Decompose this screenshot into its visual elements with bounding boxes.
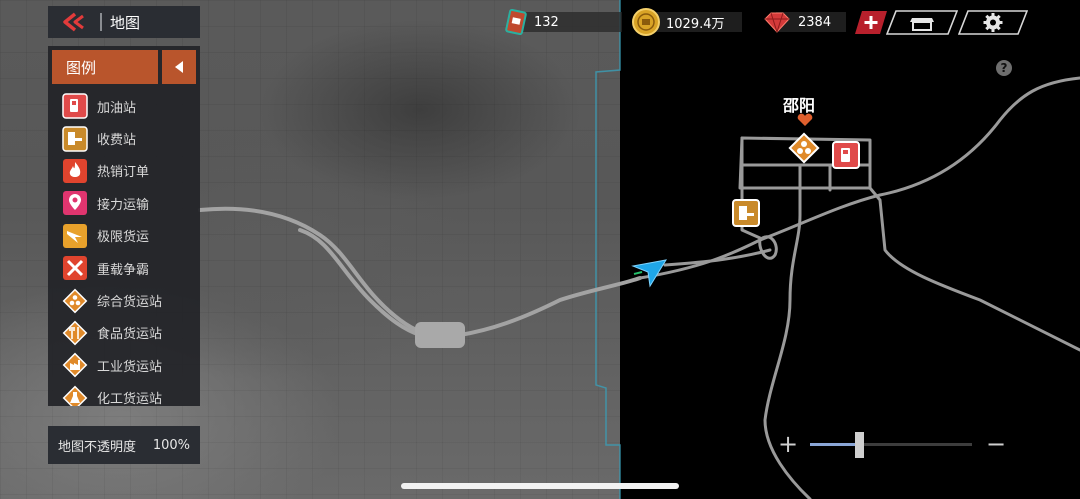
zoom-slider-fill — [810, 443, 859, 446]
heavy-battle-icon — [63, 256, 87, 281]
title-bar: 地图 — [48, 6, 200, 38]
gem-icon — [764, 12, 790, 33]
legend-item-fuel[interactable]: 加油站 — [48, 90, 200, 122]
card-icon — [505, 8, 527, 36]
coins-resource[interactable]: 1029.4万 — [632, 8, 744, 36]
shop-button[interactable] — [886, 10, 958, 35]
map-opacity-control[interactable]: 地图不透明度 100% — [48, 426, 200, 464]
opacity-label: 地图不透明度 — [58, 439, 137, 455]
legend-item-hot-orders[interactable]: 热销订单 — [48, 155, 200, 187]
chevron-left-icon — [175, 61, 183, 73]
legend-item-toll[interactable]: 收费站 — [48, 122, 200, 154]
cards-count: 132 — [534, 14, 559, 30]
zoom-slider-thumb[interactable] — [854, 432, 864, 458]
industry-depot-icon — [62, 352, 88, 378]
help-icon[interactable]: ? — [996, 60, 1012, 76]
legend-item-food-depot[interactable]: 食品货运站 — [48, 317, 200, 349]
cards-resource[interactable]: 132 — [504, 8, 622, 36]
coin-icon — [632, 8, 660, 36]
zoom-slider[interactable] — [810, 432, 972, 458]
legend-item-general-depot[interactable]: 综合货运站 — [48, 284, 200, 316]
general-depot-icon — [62, 288, 88, 313]
legend-item-relay[interactable]: 接力运输 — [48, 187, 200, 219]
gems-resource[interactable]: 2384 — [762, 8, 850, 36]
toll-station-icon[interactable] — [732, 199, 760, 227]
fuel-station-icon[interactable] — [832, 141, 860, 169]
food-depot-icon — [62, 320, 88, 346]
zoom-in-button[interactable]: + — [778, 430, 798, 458]
add-gems-button[interactable] — [854, 10, 888, 35]
back-button[interactable] — [48, 6, 100, 38]
back-arrow-icon — [63, 12, 84, 32]
general-depot-icon[interactable] — [788, 132, 820, 164]
legend-title: 图例 — [52, 50, 158, 84]
interchange — [415, 322, 465, 348]
toll-icon — [62, 125, 88, 152]
settings-button[interactable] — [958, 10, 1028, 35]
relay-pin-icon — [63, 191, 87, 216]
home-indicator[interactable] — [401, 483, 679, 489]
shop-icon — [886, 10, 958, 35]
chemical-depot-icon — [62, 385, 88, 406]
legend-item-heavy[interactable]: 重载争霸 — [48, 252, 200, 284]
fire-icon — [63, 158, 87, 183]
legend-panel[interactable]: 图例 加油站 收费站 热销订单 接力运输 极限货运 重载争霸 综合货运站 食品货… — [48, 46, 200, 406]
gear-icon — [958, 10, 1028, 35]
city-heart-icon — [797, 113, 813, 126]
zoom-out-button[interactable]: − — [986, 430, 1006, 458]
legend-item-industry-depot[interactable]: 工业货运站 — [48, 349, 200, 381]
coins-count: 1029.4万 — [666, 16, 725, 32]
legend-collapse-button[interactable] — [162, 50, 196, 84]
opacity-value: 100% — [152, 437, 190, 453]
fuel-icon — [62, 93, 88, 119]
legend-item-chemical-depot[interactable]: 化工货运站 — [48, 382, 200, 406]
legend-item-extreme[interactable]: 极限货运 — [48, 220, 200, 252]
gems-count: 2384 — [798, 14, 832, 30]
page-title: 地图 — [110, 13, 141, 32]
plus-icon — [855, 11, 887, 34]
player-position-icon — [631, 259, 668, 288]
extreme-cargo-icon — [63, 223, 87, 248]
